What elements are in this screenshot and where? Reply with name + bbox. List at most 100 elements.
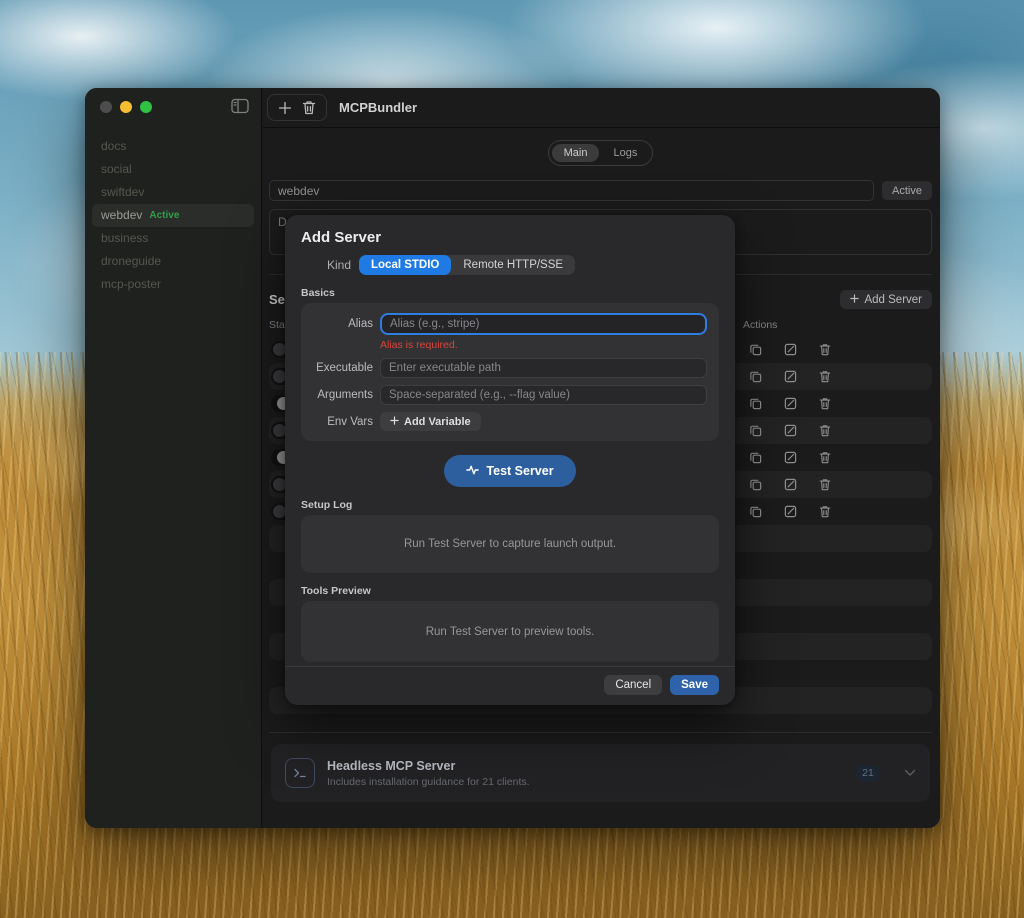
trash-icon[interactable] — [813, 505, 837, 518]
sidebar-item-docs[interactable]: docs — [92, 135, 254, 158]
row-actions — [743, 451, 837, 464]
add-icon[interactable] — [278, 101, 292, 115]
arguments-row: Arguments — [309, 385, 707, 405]
trash-icon[interactable] — [813, 451, 837, 464]
headless-mcp-server-card[interactable]: Headless MCP Server Includes installatio… — [271, 744, 930, 802]
edit-icon[interactable] — [778, 505, 802, 518]
edit-icon[interactable] — [778, 343, 802, 356]
trash-icon[interactable] — [813, 397, 837, 410]
app-title: MCPBundler — [339, 100, 417, 115]
modal-footer: Cancel Save — [285, 666, 735, 705]
main-logs-segmented-control: Main Logs — [548, 140, 654, 166]
alias-error-text: Alias is required. — [380, 339, 707, 351]
edit-icon[interactable] — [778, 424, 802, 437]
terminal-icon — [285, 758, 315, 788]
sidebar-item-list: docs social swiftdev webdev Active busin… — [85, 135, 261, 296]
copy-icon[interactable] — [743, 505, 767, 518]
trash-icon[interactable] — [813, 478, 837, 491]
plus-icon — [850, 294, 859, 306]
row-actions — [743, 505, 837, 518]
copy-icon[interactable] — [743, 370, 767, 383]
sidebar-item-business[interactable]: business — [92, 227, 254, 250]
sidebar-item-label: webdev — [101, 204, 142, 227]
sidebar-item-label: mcp-poster — [101, 273, 161, 296]
trash-icon[interactable] — [813, 370, 837, 383]
toolbar-button-group — [267, 94, 327, 121]
copy-icon[interactable] — [743, 451, 767, 464]
edit-icon[interactable] — [778, 478, 802, 491]
add-variable-label: Add Variable — [404, 416, 471, 428]
sidebar-item-label: business — [101, 227, 148, 250]
add-variable-button[interactable]: Add Variable — [380, 412, 481, 431]
sidebar-item-mcp-poster[interactable]: mcp-poster — [92, 273, 254, 296]
kind-option-local-stdio[interactable]: Local STDIO — [359, 255, 451, 275]
copy-icon[interactable] — [743, 397, 767, 410]
alias-input[interactable] — [380, 313, 707, 335]
edit-icon[interactable] — [778, 397, 802, 410]
executable-row: Executable — [309, 358, 707, 378]
row-actions — [743, 343, 837, 356]
trash-icon[interactable] — [302, 100, 316, 115]
basics-group: Alias Alias is required. Executable Argu… — [301, 303, 719, 441]
trash-icon[interactable] — [813, 424, 837, 437]
sidebar-item-label: docs — [101, 135, 126, 158]
edit-icon[interactable] — [778, 370, 802, 383]
kind-option-remote-http-sse[interactable]: Remote HTTP/SSE — [451, 255, 575, 275]
add-server-label: Add Server — [864, 294, 922, 306]
bundle-name-input[interactable] — [269, 180, 874, 201]
test-server-button[interactable]: Test Server — [444, 455, 576, 487]
bundle-status-badge[interactable]: Active — [882, 181, 932, 200]
sidebar-item-label: swiftdev — [101, 181, 144, 204]
copy-icon[interactable] — [743, 343, 767, 356]
client-count-badge: 21 — [856, 765, 880, 782]
add-server-button[interactable]: Add Server — [840, 290, 932, 309]
sidebar-item-label: social — [101, 158, 132, 181]
row-actions — [743, 370, 837, 383]
setup-log-box: Run Test Server to capture launch output… — [301, 515, 719, 573]
modal-title: Add Server — [301, 229, 719, 246]
close-button[interactable] — [100, 101, 112, 113]
env-vars-row: Env Vars Add Variable — [309, 412, 707, 431]
sidebar-item-social[interactable]: social — [92, 158, 254, 181]
kind-segmented-control: Local STDIO Remote HTTP/SSE — [359, 255, 575, 275]
sidebar-toggle-icon[interactable] — [231, 98, 249, 114]
minimize-button[interactable] — [120, 101, 132, 113]
setup-log-label: Setup Log — [301, 499, 719, 511]
zoom-button[interactable] — [140, 101, 152, 113]
row-actions — [743, 397, 837, 410]
headless-card-text: Headless MCP Server Includes installatio… — [327, 759, 844, 788]
arguments-label: Arguments — [309, 389, 373, 401]
basics-label: Basics — [301, 287, 719, 299]
active-badge: Active — [149, 204, 179, 227]
bottom-divider — [269, 732, 932, 733]
row-actions — [743, 424, 837, 437]
column-actions: Actions — [743, 319, 777, 331]
edit-icon[interactable] — [778, 451, 802, 464]
executable-input[interactable] — [380, 358, 707, 378]
chevron-down-icon[interactable] — [904, 766, 916, 780]
setup-log-empty-text: Run Test Server to capture launch output… — [404, 538, 616, 550]
tools-preview-label: Tools Preview — [301, 585, 719, 597]
arguments-input[interactable] — [380, 385, 707, 405]
sidebar-item-droneguide[interactable]: droneguide — [92, 250, 254, 273]
trash-icon[interactable] — [813, 343, 837, 356]
tab-logs[interactable]: Logs — [601, 144, 649, 162]
tab-main[interactable]: Main — [552, 144, 600, 162]
row-actions — [743, 478, 837, 491]
copy-icon[interactable] — [743, 424, 767, 437]
test-server-label: Test Server — [486, 464, 553, 478]
save-button[interactable]: Save — [670, 675, 719, 695]
headless-card-title: Headless MCP Server — [327, 759, 844, 773]
sidebar-item-webdev[interactable]: webdev Active — [92, 204, 254, 227]
executable-label: Executable — [309, 362, 373, 374]
alias-row: Alias — [309, 313, 707, 335]
sidebar: docs social swiftdev webdev Active busin… — [85, 88, 262, 828]
app-window: docs social swiftdev webdev Active busin… — [85, 88, 940, 828]
copy-icon[interactable] — [743, 478, 767, 491]
cancel-button[interactable]: Cancel — [604, 675, 662, 695]
tools-preview-empty-text: Run Test Server to preview tools. — [426, 626, 595, 638]
sidebar-item-label: droneguide — [101, 250, 161, 273]
add-server-modal: Add Server Kind Local STDIO Remote HTTP/… — [285, 215, 735, 705]
sidebar-item-swiftdev[interactable]: swiftdev — [92, 181, 254, 204]
pulse-icon — [466, 464, 479, 479]
